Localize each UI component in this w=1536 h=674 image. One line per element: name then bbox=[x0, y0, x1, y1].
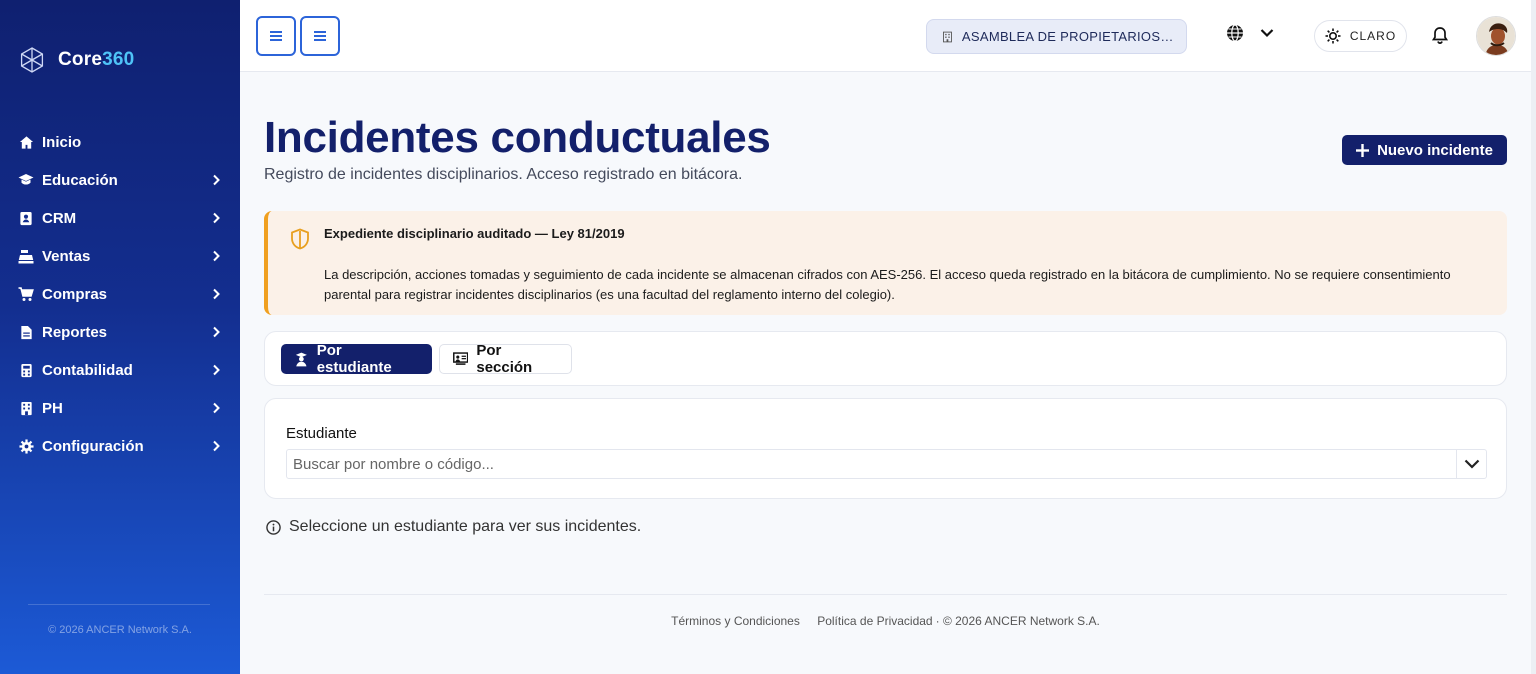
chevron-right-icon bbox=[213, 440, 220, 452]
menu-icon bbox=[270, 31, 282, 41]
tab-por-seccion[interactable]: Por sección bbox=[439, 342, 572, 376]
alert-title: Expediente disciplinario auditado — Ley … bbox=[324, 226, 625, 241]
student-filter-card: Estudiante Buscar por nombre o código... bbox=[264, 398, 1507, 499]
shield-icon bbox=[291, 228, 309, 250]
sidebar-item-crm[interactable]: CRM bbox=[0, 199, 240, 237]
audit-alert: Expediente disciplinario auditado — Ley … bbox=[264, 211, 1507, 315]
gear-icon bbox=[18, 438, 34, 454]
sidebar: Core360 Inicio Educación CRM Ventas Comp… bbox=[0, 0, 240, 674]
theme-toggle-button[interactable]: CLARO bbox=[1314, 20, 1407, 52]
organization-selector[interactable]: ASAMBLEA DE PROPIETARIOS DE … bbox=[926, 19, 1187, 54]
menu-icon bbox=[314, 31, 326, 41]
sidebar-item-ph[interactable]: PH bbox=[0, 389, 240, 427]
page-title: Incidentes conductuales bbox=[264, 113, 771, 162]
footer-divider bbox=[264, 594, 1507, 595]
sidebar-item-ventas[interactable]: Ventas bbox=[0, 237, 240, 275]
building-icon bbox=[18, 400, 34, 416]
avatar-image bbox=[1477, 17, 1515, 55]
theme-label: CLARO bbox=[1349, 29, 1397, 43]
calculator-icon bbox=[18, 362, 34, 378]
page-subtitle: Registro de incidentes disciplinarios. A… bbox=[264, 166, 743, 183]
new-incident-button[interactable]: Nuevo incidente bbox=[1342, 135, 1507, 165]
scrollbar-track[interactable] bbox=[1531, 0, 1536, 674]
privacy-link[interactable]: Política de Privacidad bbox=[817, 614, 932, 628]
empty-state-message: Seleccione un estudiante para ver sus in… bbox=[266, 518, 641, 536]
chevron-right-icon bbox=[213, 402, 220, 414]
home-icon bbox=[18, 134, 34, 150]
student-field-label: Estudiante bbox=[286, 425, 357, 442]
cash-register-icon bbox=[18, 248, 34, 264]
chevron-right-icon bbox=[213, 326, 220, 338]
brand-name: Core360 bbox=[58, 49, 135, 70]
view-tabs: Por estudiante Por sección bbox=[264, 331, 1507, 386]
core360-logo-icon bbox=[20, 47, 44, 73]
brand[interactable]: Core360 bbox=[18, 46, 134, 74]
notifications-button[interactable] bbox=[1431, 26, 1449, 50]
user-avatar[interactable] bbox=[1476, 16, 1516, 56]
alert-body: La descripción, acciones tomadas y segui… bbox=[324, 267, 1451, 302]
graduation-cap-icon bbox=[18, 172, 34, 188]
student-search-placeholder: Buscar por nombre o código... bbox=[293, 455, 494, 473]
sidebar-item-compras[interactable]: Compras bbox=[0, 275, 240, 313]
plus-icon bbox=[1356, 143, 1370, 157]
classroom-icon bbox=[453, 352, 469, 365]
sidebar-item-reportes[interactable]: Reportes bbox=[0, 313, 240, 351]
chevron-down-icon[interactable] bbox=[1456, 450, 1486, 478]
terms-link[interactable]: Términos y Condiciones bbox=[671, 614, 800, 628]
chevron-down-icon bbox=[1260, 29, 1274, 38]
topbar: ASAMBLEA DE PROPIETARIOS DE … CLARO bbox=[240, 0, 1532, 72]
globe-icon bbox=[1227, 24, 1243, 42]
bell-icon bbox=[1431, 27, 1449, 44]
tab-por-estudiante[interactable]: Por estudiante bbox=[281, 342, 432, 376]
sidebar-divider bbox=[28, 604, 210, 605]
student-search-select[interactable]: Buscar por nombre o código... bbox=[286, 449, 1487, 479]
footer: Términos y Condiciones Política de Priva… bbox=[264, 614, 1507, 628]
cart-icon bbox=[18, 286, 34, 302]
sun-icon bbox=[1325, 28, 1341, 44]
language-selector[interactable] bbox=[1226, 24, 1274, 42]
sidebar-item-inicio[interactable]: Inicio bbox=[0, 123, 240, 161]
chevron-right-icon bbox=[213, 288, 220, 300]
file-report-icon bbox=[18, 324, 34, 340]
chevron-right-icon bbox=[213, 364, 220, 376]
sidebar-item-configuracion[interactable]: Configuración bbox=[0, 427, 240, 465]
contact-card-icon bbox=[18, 210, 34, 226]
footer-copyright: · © 2026 ANCER Network S.A. bbox=[935, 614, 1100, 628]
sidebar-item-contabilidad[interactable]: Contabilidad bbox=[0, 351, 240, 389]
student-icon bbox=[295, 352, 307, 366]
sidebar-item-educacion[interactable]: Educación bbox=[0, 161, 240, 199]
toggle-sidebar-button[interactable] bbox=[256, 16, 296, 56]
building-icon bbox=[943, 31, 952, 42]
menu-button[interactable] bbox=[300, 16, 340, 56]
chevron-right-icon bbox=[213, 250, 220, 262]
info-icon bbox=[266, 519, 281, 535]
sidebar-copyright: © 2026 ANCER Network S.A. bbox=[48, 624, 192, 636]
sidebar-nav: Inicio Educación CRM Ventas Compras Repo… bbox=[0, 123, 240, 465]
chevron-right-icon bbox=[213, 212, 220, 224]
organization-name: ASAMBLEA DE PROPIETARIOS DE … bbox=[961, 29, 1174, 44]
chevron-right-icon bbox=[213, 174, 220, 186]
